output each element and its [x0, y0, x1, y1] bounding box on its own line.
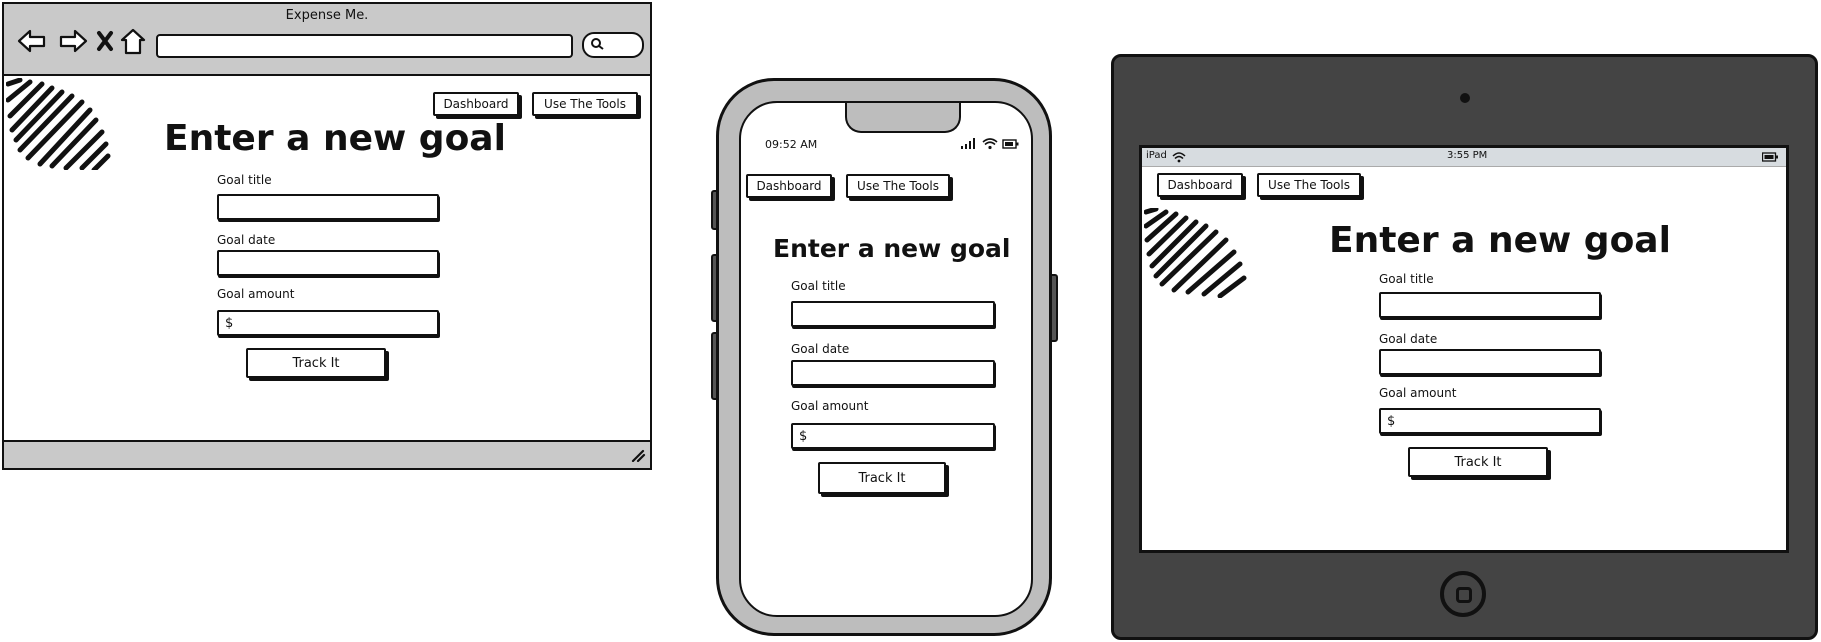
use-the-tools-button[interactable]: Use The Tools	[532, 92, 638, 116]
tablet-screen: iPad 3:55 PM Dashboard Use The Tools Ent…	[1139, 145, 1789, 553]
goal-amount-label: Goal amount	[791, 399, 869, 413]
goal-amount-input[interactable]: $	[791, 423, 995, 449]
scribble-logo-icon	[6, 78, 111, 170]
track-it-button[interactable]: Track It	[818, 462, 946, 494]
goal-date-input[interactable]	[791, 360, 995, 386]
tablet-status-bar: iPad 3:55 PM	[1142, 148, 1786, 167]
goal-title-input[interactable]	[217, 194, 439, 220]
currency-prefix: $	[1387, 413, 1396, 429]
phone-notch	[845, 103, 961, 133]
scribble-logo-icon	[1144, 208, 1247, 298]
phone-status-icons	[961, 138, 1019, 150]
goal-title-label: Goal title	[217, 173, 272, 187]
currency-prefix: $	[225, 315, 234, 331]
tablet-wireframe: iPad 3:55 PM Dashboard Use The Tools Ent…	[1111, 54, 1818, 640]
window-title: Expense Me.	[285, 8, 369, 23]
wifi-icon	[1172, 152, 1186, 163]
goal-amount-label: Goal amount	[217, 287, 295, 301]
dashboard-button[interactable]: Dashboard	[1157, 173, 1243, 197]
goal-title-label: Goal title	[791, 279, 846, 293]
use-the-tools-button[interactable]: Use The Tools	[846, 174, 950, 198]
home-icon[interactable]	[120, 28, 146, 55]
goal-amount-label: Goal amount	[1379, 386, 1457, 400]
search-icon	[591, 38, 604, 50]
phone-status-time: 09:52 AM	[765, 138, 818, 151]
tablet-status-time: 3:55 PM	[1447, 150, 1488, 161]
phone-wireframe: 09:52 AM Dashboard Use The Tools Enter a…	[716, 78, 1052, 636]
browser-wireframe: Expense Me. Dashboard Use The Tools Ente…	[2, 2, 652, 470]
use-the-tools-button[interactable]: Use The Tools	[1257, 173, 1361, 197]
page-title: Enter a new goal	[1329, 220, 1671, 261]
goal-title-label: Goal title	[1379, 272, 1434, 286]
browser-toolbar: Expense Me.	[4, 4, 650, 76]
goal-date-input[interactable]	[1379, 349, 1601, 375]
goal-date-label: Goal date	[217, 233, 276, 247]
page-title: Enter a new goal	[773, 234, 1011, 263]
track-it-button[interactable]: Track It	[246, 348, 386, 378]
back-arrow-icon[interactable]	[17, 29, 46, 53]
browser-search-button[interactable]	[582, 32, 644, 58]
wifi-icon	[982, 138, 998, 150]
forward-arrow-icon[interactable]	[59, 29, 88, 53]
dashboard-button[interactable]: Dashboard	[433, 92, 519, 116]
goal-date-label: Goal date	[1379, 332, 1438, 346]
home-square-icon	[1456, 587, 1472, 603]
browser-nav-icons	[17, 28, 146, 55]
resize-grip-icon[interactable]	[630, 448, 646, 462]
currency-prefix: $	[799, 428, 808, 444]
phone-screen: 09:52 AM Dashboard Use The Tools Enter a…	[739, 101, 1033, 617]
page-title: Enter a new goal	[164, 118, 506, 159]
address-bar[interactable]	[156, 34, 573, 58]
goal-title-input[interactable]	[791, 301, 995, 327]
battery-icon	[1762, 152, 1778, 162]
battery-icon	[1002, 139, 1019, 149]
tablet-device-name: iPad	[1146, 150, 1167, 161]
dashboard-button[interactable]: Dashboard	[746, 174, 832, 198]
close-icon[interactable]	[97, 31, 113, 51]
goal-amount-input[interactable]: $	[1379, 408, 1601, 434]
goal-amount-input[interactable]: $	[217, 310, 439, 336]
signal-icon	[961, 138, 975, 149]
goal-date-label: Goal date	[791, 342, 850, 356]
tablet-camera	[1460, 93, 1470, 103]
tablet-home-button[interactable]	[1440, 571, 1486, 617]
goal-date-input[interactable]	[217, 250, 439, 276]
browser-status-bar	[4, 440, 650, 468]
track-it-button[interactable]: Track It	[1408, 447, 1548, 477]
goal-title-input[interactable]	[1379, 292, 1601, 318]
